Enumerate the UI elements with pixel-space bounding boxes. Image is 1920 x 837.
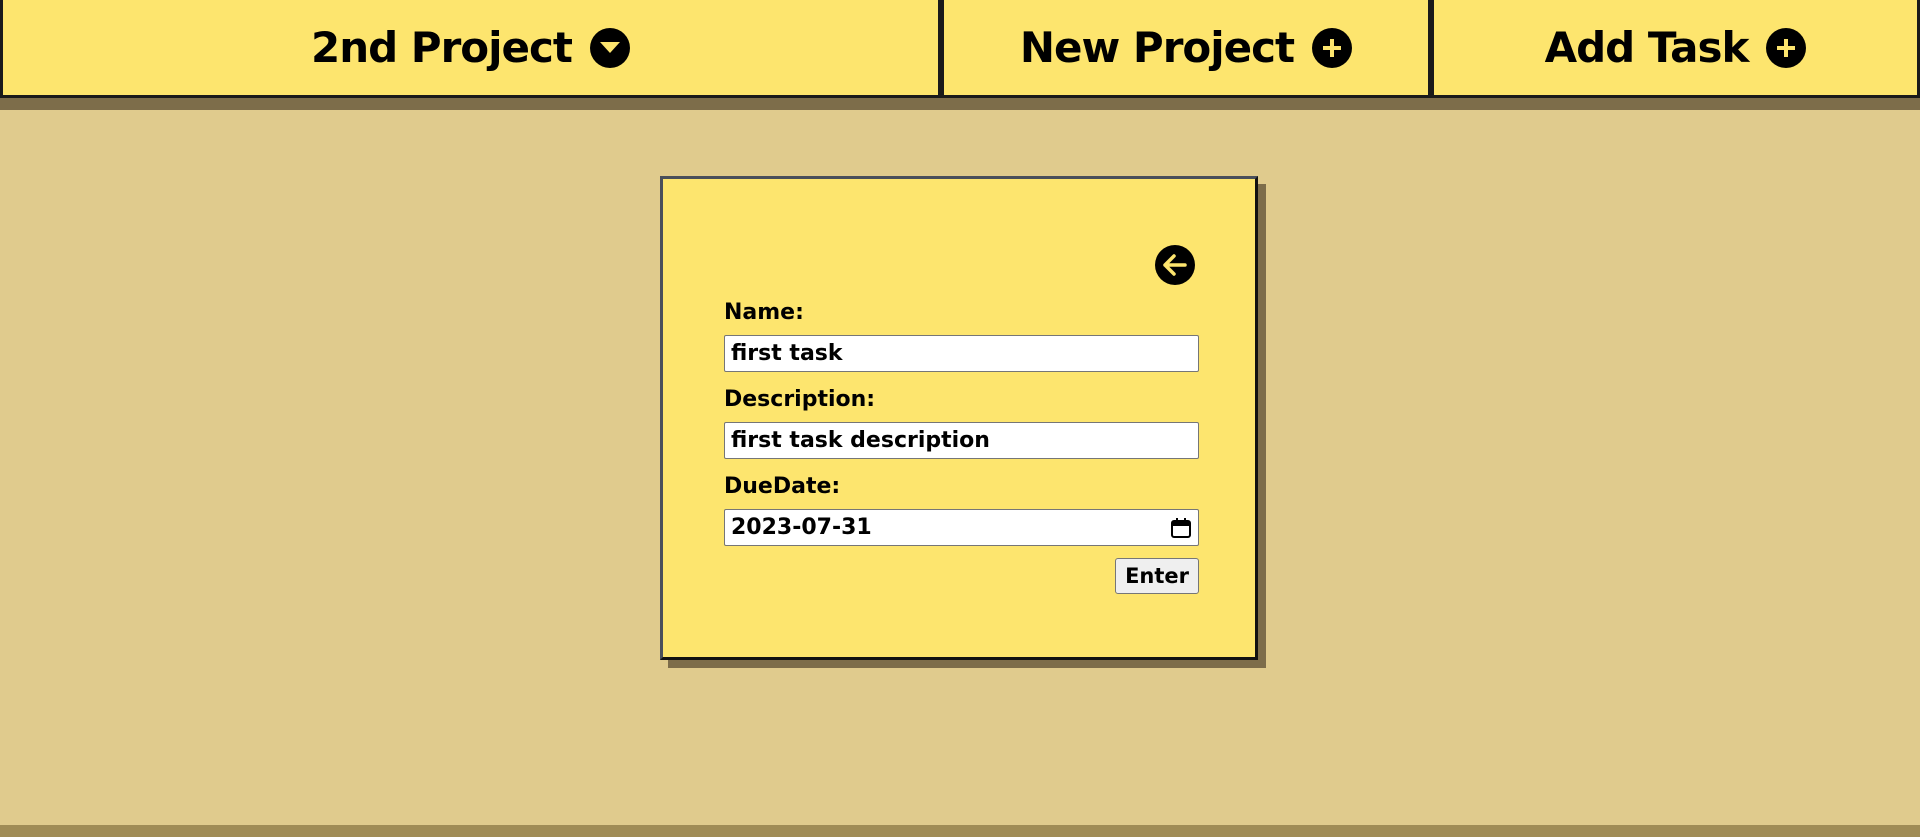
- project-select-label: 2nd Project: [310, 23, 573, 72]
- new-project-button[interactable]: New Project: [941, 0, 1431, 98]
- description-input[interactable]: [724, 422, 1199, 459]
- plus-icon: [1766, 27, 1807, 68]
- chevron-down-icon: [590, 27, 630, 68]
- calendar-icon[interactable]: [1170, 517, 1192, 539]
- task-form: Name: Description: DueDate: 2023-07-31 E…: [724, 299, 1199, 594]
- due-date-value: 2023-07-31: [731, 515, 872, 540]
- header-shadow: [0, 98, 1920, 110]
- name-input[interactable]: [724, 335, 1199, 372]
- form-actions: Enter: [724, 558, 1199, 594]
- add-task-label: Add Task: [1544, 23, 1750, 72]
- plus-icon: [1312, 27, 1353, 68]
- task-form-card: Name: Description: DueDate: 2023-07-31 E…: [660, 176, 1258, 660]
- add-task-button[interactable]: Add Task: [1431, 0, 1920, 98]
- description-label: Description:: [724, 387, 876, 412]
- name-label: Name:: [724, 300, 804, 325]
- due-date-input[interactable]: 2023-07-31: [724, 509, 1199, 546]
- back-arrow-icon[interactable]: [1155, 245, 1195, 285]
- new-project-label: New Project: [1019, 23, 1295, 72]
- top-navigation: 2nd Project New Project Add Task: [0, 0, 1920, 98]
- enter-button[interactable]: Enter: [1115, 558, 1199, 594]
- footer-strip: [0, 825, 1920, 837]
- project-select-button[interactable]: 2nd Project: [0, 0, 941, 98]
- due-date-label: DueDate:: [724, 474, 841, 499]
